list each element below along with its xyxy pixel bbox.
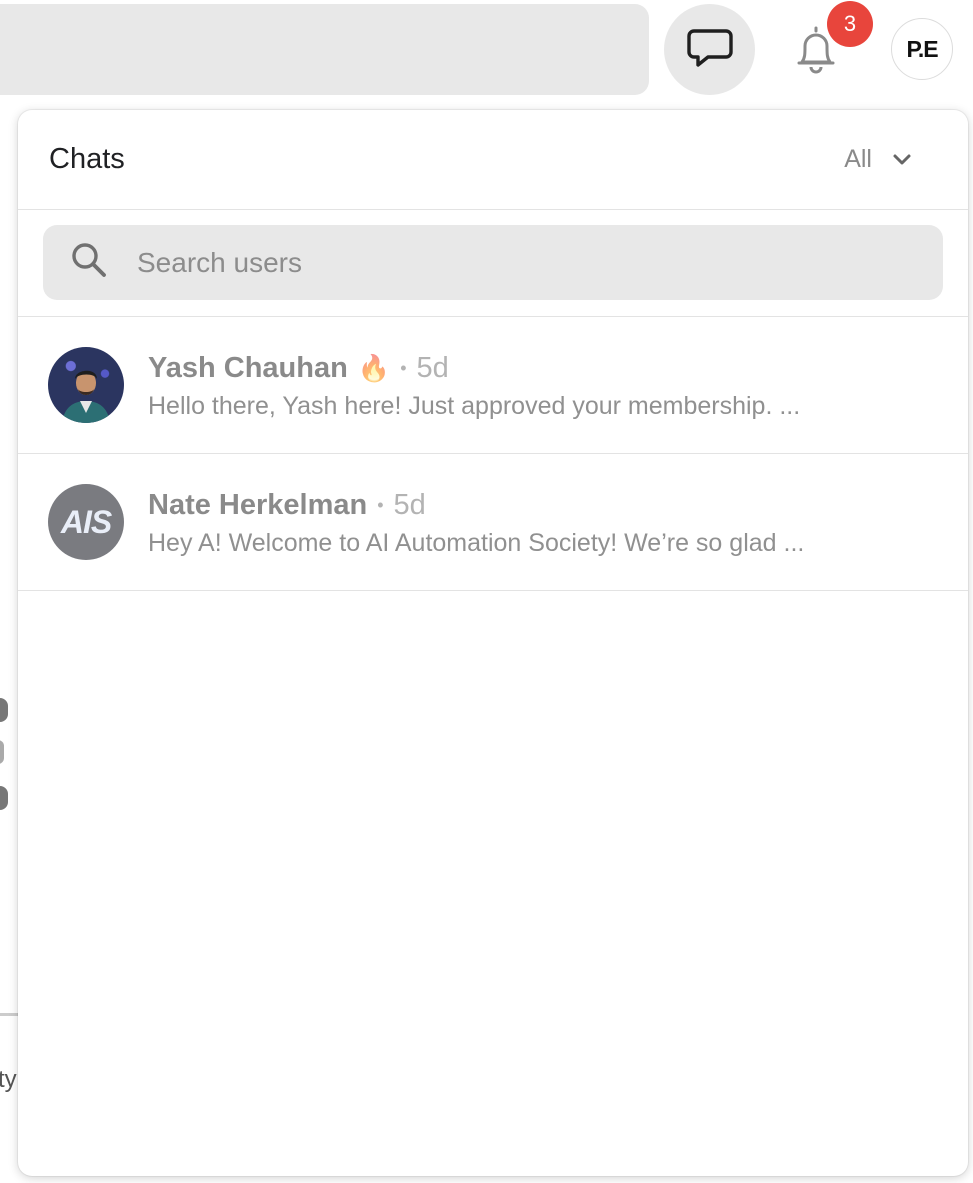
topbar-search-field[interactable]: [0, 4, 649, 95]
separator-dot: •: [377, 494, 384, 515]
search-box[interactable]: [43, 225, 943, 300]
fire-emoji: 🔥: [357, 352, 391, 383]
background-fragment: [0, 740, 4, 764]
chat-timestamp: 5d: [416, 351, 449, 384]
notification-count-badge: 3: [827, 1, 873, 47]
user-initials: P.E: [906, 35, 938, 62]
background-fragment: [0, 786, 8, 810]
search-section: [18, 210, 968, 317]
filter-label: All: [844, 145, 872, 173]
chevron-down-icon: [892, 145, 912, 174]
chat-item-body: Yash Chauhan 🔥 • 5d Hello there, Yash he…: [148, 350, 848, 421]
background-divider: [0, 1013, 20, 1016]
chat-user-name: Nate Herkelman: [148, 488, 368, 521]
search-icon: [69, 240, 109, 285]
user-avatar[interactable]: P.E: [891, 18, 953, 80]
chat-item-header: Nate Herkelman • 5d: [148, 487, 848, 523]
background-partial-text: ty: [0, 1066, 17, 1093]
avatar: [48, 347, 124, 423]
background-fragment: [0, 698, 8, 722]
chat-item-header: Yash Chauhan 🔥 • 5d: [148, 350, 848, 386]
avatar-logo-text: AIS: [60, 503, 112, 540]
person-photo-icon: [62, 370, 110, 423]
chat-user-name: Yash Chauhan: [148, 351, 348, 384]
panel-title: Chats: [49, 143, 125, 175]
chat-bubble-icon: [686, 25, 734, 74]
separator-dot: •: [400, 357, 407, 378]
chat-message-preview: Hey A! Welcome to AI Automation Society!…: [148, 528, 805, 557]
chat-list-item[interactable]: Yash Chauhan 🔥 • 5d Hello there, Yash he…: [18, 317, 968, 454]
chats-panel-header: Chats All: [18, 110, 968, 210]
chat-filter-dropdown[interactable]: All: [844, 145, 912, 174]
chat-list-item[interactable]: AIS Nate Herkelman • 5d Hey A! Welcome t…: [18, 454, 968, 591]
search-users-input[interactable]: [137, 246, 897, 279]
chats-panel: Chats All Search users Yash Chauhan 🔥 • …: [18, 110, 968, 1176]
messages-button[interactable]: [664, 4, 755, 95]
chat-item-body: Nate Herkelman • 5d Hey A! Welcome to AI…: [148, 487, 848, 558]
chat-message-preview: Hello there, Yash here! Just approved yo…: [148, 391, 801, 420]
chat-timestamp: 5d: [393, 488, 426, 521]
avatar: AIS: [48, 484, 124, 560]
